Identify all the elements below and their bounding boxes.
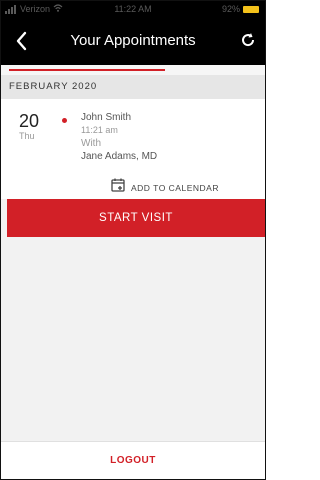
appointment-time: 11:21 am — [81, 125, 118, 135]
with-label: With — [81, 138, 101, 149]
status-bar: Verizon 11:22 AM 92% — [1, 1, 265, 19]
appointment-card[interactable]: 20 Thu John Smith 11:21 am With Jane Ada… — [1, 99, 265, 199]
nav-bar: Your Appointments — [1, 23, 265, 61]
refresh-icon[interactable] — [239, 31, 257, 49]
calendar-add-icon — [111, 178, 125, 197]
patient-name: John Smith — [81, 112, 132, 123]
app-frame: Verizon 11:22 AM 92% Your Appointments F… — [0, 0, 266, 480]
provider-name: Jane Adams, MD — [81, 151, 158, 162]
tab-indicator — [9, 69, 165, 71]
status-dot — [62, 118, 67, 123]
month-header: FEBRUARY 2020 — [1, 75, 265, 99]
footer: LOGOUT — [1, 442, 265, 479]
status-right: 92% — [222, 4, 259, 14]
appointment-day: 20 — [19, 111, 40, 131]
battery-icon — [243, 5, 259, 13]
add-to-calendar-label: ADD TO CALENDAR — [131, 182, 219, 193]
page-title: Your Appointments — [70, 32, 196, 49]
app-header: Verizon 11:22 AM 92% Your Appointments — [1, 1, 265, 65]
battery-percent: 92% — [221, 4, 240, 14]
appointment-details: John Smith 11:21 am With Jane Adams, MD — [81, 111, 157, 163]
logout-button[interactable]: LOGOUT — [1, 455, 265, 466]
start-visit-button[interactable]: START VISIT — [7, 199, 265, 237]
appointment-weekday: Thu — [19, 131, 35, 141]
month-label: FEBRUARY 2020 — [9, 81, 98, 92]
add-to-calendar-button[interactable]: ADD TO CALENDAR — [111, 178, 219, 197]
